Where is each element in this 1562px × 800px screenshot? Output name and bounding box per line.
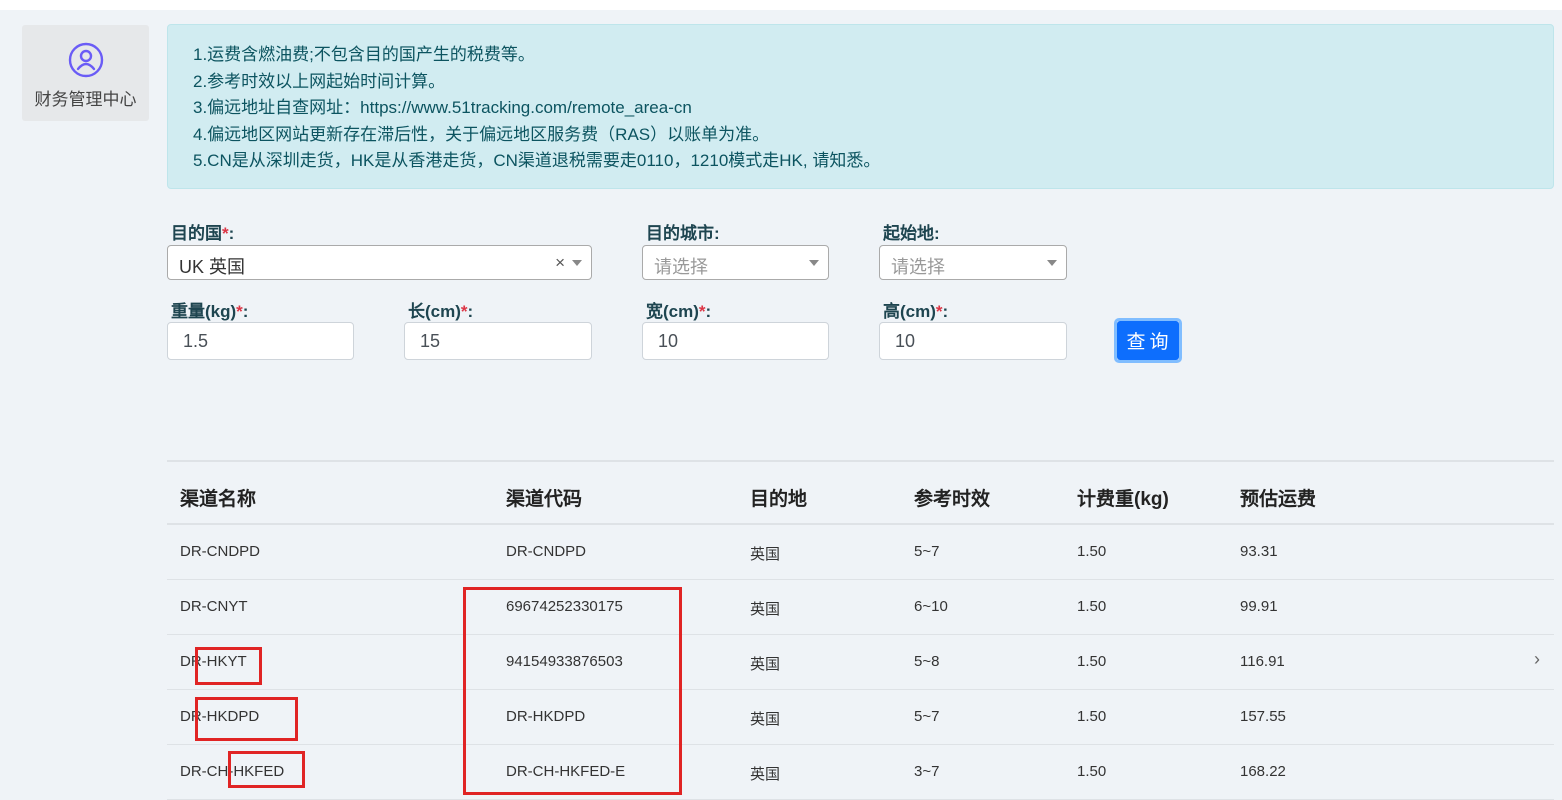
header-estimated-fee: 预估运费: [1240, 489, 1317, 510]
width-label: 宽(cm)*:: [646, 302, 712, 321]
length-label: 长(cm)*:: [408, 302, 474, 321]
results-table: 渠道名称 渠道代码 目的地 参考时效 计费重(kg) 预估运费 DR-CNDPD…: [167, 460, 1554, 800]
city-placeholder: 请选择: [654, 257, 708, 277]
weight-label: 重量(kg)*:: [171, 302, 249, 321]
cell-estimated-fee: 93.31: [1240, 543, 1278, 560]
table-row[interactable]: DR-CH-HKFED DR-CH-HKFED-E 英国 3~7 1.50 16…: [167, 745, 1554, 800]
notice-line: 5.CN是从深圳走货，HK是从香港走货，CN渠道退税需要走0110，1210模式…: [193, 151, 881, 170]
height-label: 高(cm)*:: [883, 302, 949, 321]
cell-estimated-fee: 116.91: [1240, 653, 1285, 670]
cell-billable-weight: 1.50: [1077, 763, 1107, 780]
origin-select[interactable]: 请选择: [879, 245, 1067, 280]
highlight-box-hkdpd: [195, 697, 298, 741]
cell-billable-weight: 1.50: [1077, 708, 1107, 725]
weight-input[interactable]: [167, 322, 354, 360]
table-row[interactable]: DR-HKDPD DR-HKDPD 英国 5~7 1.50 157.55: [167, 690, 1554, 745]
cell-channel-name: DR-CNDPD: [180, 543, 260, 560]
header-transit-time: 参考时效: [914, 489, 991, 510]
cell-destination: 英国: [750, 766, 781, 783]
user-circle-icon: [68, 42, 103, 78]
notice-line: 3.偏远地址自查网址：https://www.51tracking.com/re…: [193, 98, 692, 117]
cell-billable-weight: 1.50: [1077, 598, 1107, 615]
length-input[interactable]: [404, 322, 592, 360]
highlight-box-hkfed: [228, 751, 305, 788]
header-channel-name: 渠道名称: [180, 489, 257, 510]
cell-channel-code: DR-CNDPD: [506, 543, 586, 560]
top-strip: [0, 0, 1562, 10]
cell-destination: 英国: [750, 656, 781, 673]
highlight-box-hkyt: [195, 647, 262, 685]
height-input[interactable]: [879, 322, 1067, 360]
cell-destination: 英国: [750, 711, 781, 728]
chevron-down-icon: [1047, 260, 1057, 266]
destination-value: UK 英国: [179, 257, 246, 277]
header-destination: 目的地: [750, 489, 808, 510]
width-input[interactable]: [642, 322, 829, 360]
chevron-down-icon: [572, 260, 582, 266]
cell-destination: 英国: [750, 601, 781, 618]
table-row[interactable]: DR-CNDPD DR-CNDPD 英国 5~7 1.50 93.31: [167, 525, 1554, 580]
clear-icon[interactable]: ×: [555, 253, 565, 273]
header-billable-weight: 计费重(kg): [1077, 489, 1169, 510]
table-row[interactable]: DR-CNYT 69674252330175 英国 6~10 1.50 99.9…: [167, 580, 1554, 635]
origin-placeholder: 请选择: [891, 257, 945, 277]
highlight-box-channel-codes: [463, 587, 682, 795]
cell-estimated-fee: 99.91: [1240, 598, 1278, 615]
header-channel-code: 渠道代码: [506, 489, 583, 510]
destination-label: 目的国*:: [171, 224, 235, 243]
query-button[interactable]: 查询: [1114, 318, 1182, 363]
cell-estimated-fee: 168.22: [1240, 763, 1286, 780]
chevron-right-icon[interactable]: ›: [1534, 649, 1540, 670]
origin-label: 起始地:: [883, 224, 940, 243]
cell-billable-weight: 1.50: [1077, 653, 1107, 670]
notice-box: 1.运费含燃油费;不包含目的国产生的税费等。 2.参考时效以上网起始时间计算。 …: [167, 24, 1554, 189]
cell-channel-name: DR-CNYT: [180, 598, 248, 615]
notice-line: 1.运费含燃油费;不包含目的国产生的税费等。: [193, 45, 535, 64]
cell-transit-time: 3~7: [914, 763, 940, 780]
cell-transit-time: 5~7: [914, 708, 940, 725]
query-button-label: 查询: [1117, 321, 1179, 360]
cell-transit-time: 6~10: [914, 598, 948, 615]
city-select[interactable]: 请选择: [642, 245, 829, 280]
destination-select[interactable]: UK 英国 ×: [167, 245, 592, 280]
table-row[interactable]: DR-HKYT 94154933876503 英国 5~8 1.50 116.9…: [167, 635, 1554, 690]
notice-line: 4.偏远地区网站更新存在滞后性，关于偏远地区服务费（RAS）以账单为准。: [193, 124, 770, 144]
cell-billable-weight: 1.50: [1077, 543, 1107, 560]
cell-transit-time: 5~7: [914, 543, 940, 560]
chevron-down-icon: [809, 260, 819, 266]
cell-estimated-fee: 157.55: [1240, 708, 1286, 725]
sidebar-item-finance-center[interactable]: 财务管理中心: [22, 25, 149, 121]
sidebar-item-label: 财务管理中心: [34, 90, 137, 109]
cell-transit-time: 5~8: [914, 653, 940, 670]
table-header: 渠道名称 渠道代码 目的地 参考时效 计费重(kg) 预估运费: [167, 462, 1554, 525]
city-label: 目的城市:: [646, 224, 720, 243]
cell-destination: 英国: [750, 546, 781, 563]
notice-line: 2.参考时效以上网起始时间计算。: [193, 71, 446, 91]
